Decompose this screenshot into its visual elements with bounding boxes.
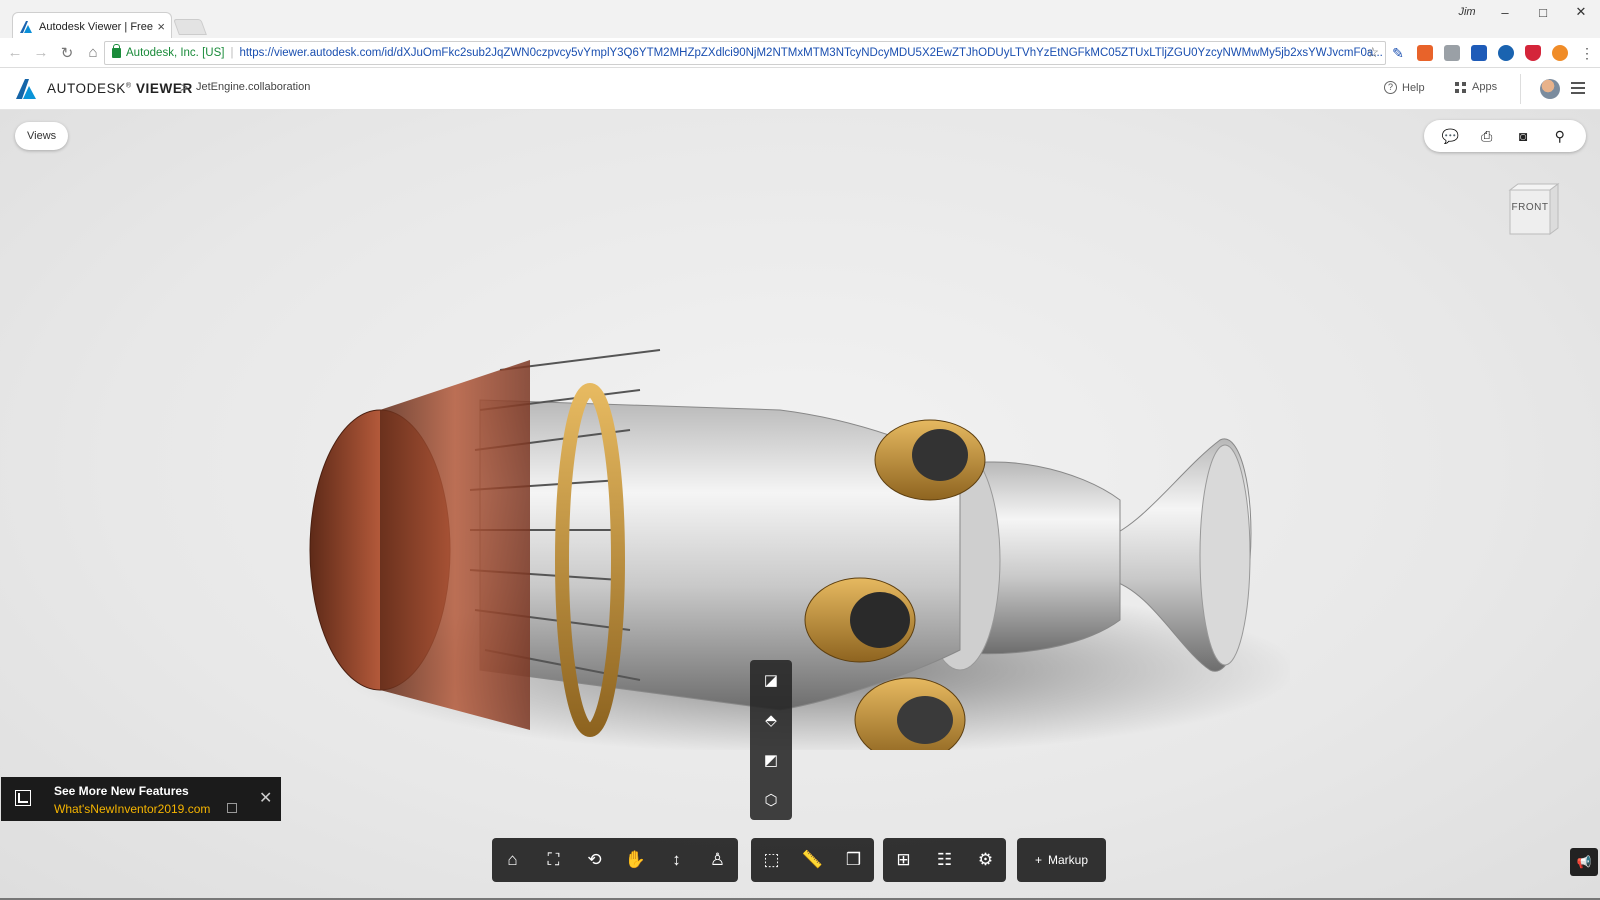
measure-icon[interactable]: 📏	[792, 838, 833, 882]
hamburger-menu-icon[interactable]	[1571, 82, 1585, 94]
comment-icon[interactable]: 💬	[1439, 128, 1461, 145]
bookmark-extension-icon[interactable]	[1471, 45, 1487, 61]
browser-window: Autodesk Viewer | Free O × Jim – □ ✕ ← →…	[0, 0, 1600, 900]
address-bar-row: ← → ↻ ⌂ Autodesk, Inc. [US] | https://vi…	[0, 38, 1600, 68]
tab-title: Autodesk Viewer | Free O	[39, 20, 154, 33]
viewcube[interactable]: FRONT	[1506, 180, 1562, 236]
notification-link[interactable]: What'sNewInventor2019.com	[54, 802, 210, 816]
model-browser-icon[interactable]: ⊞	[883, 838, 924, 882]
autodesk-logo-icon[interactable]	[16, 79, 38, 99]
orbit-icon[interactable]: ⟲	[574, 838, 615, 882]
properties-icon[interactable]: ☷	[924, 838, 965, 882]
url-text: https://viewer.autodesk.com/id/dXJuOmFkc…	[239, 47, 1383, 59]
window-controls: Jim – □ ✕	[1448, 0, 1600, 24]
orange-extension-icon[interactable]	[1552, 45, 1568, 61]
extension-icons: ✎ ⋮	[1390, 45, 1595, 61]
avatar[interactable]	[1540, 79, 1560, 99]
lock-icon	[112, 44, 121, 58]
autodesk-favicon-icon	[20, 20, 32, 33]
secure-label: Autodesk, Inc. [US]	[126, 47, 225, 59]
browser-tab[interactable]: Autodesk Viewer | Free O ×	[12, 12, 172, 40]
markup-label: Markup	[1048, 853, 1089, 867]
open-external-icon[interactable]	[15, 790, 31, 806]
perspective-ortho-faces-icon[interactable]: ◩	[764, 751, 778, 769]
app-header: AUTODESK® VIEWER > JetEngine.collaborati…	[0, 68, 1600, 110]
header-divider	[1520, 74, 1521, 104]
plus-icon: +	[1035, 853, 1043, 867]
breadcrumb-chevron-icon: >	[180, 79, 189, 95]
url-separator: |	[230, 47, 234, 59]
home-icon[interactable]: ⌂	[492, 838, 533, 882]
autodesk-extension-icon[interactable]	[1498, 45, 1514, 61]
apps-label: Apps	[1472, 81, 1498, 93]
section-cube-icon[interactable]: ⬚	[751, 838, 792, 882]
camera-icon[interactable]: ◙	[1512, 128, 1534, 144]
settings-icon[interactable]: ⚙	[965, 838, 1006, 882]
apps-grid-icon	[1455, 81, 1466, 93]
external-link-icon[interactable]	[227, 803, 237, 813]
tab-strip: Autodesk Viewer | Free O × Jim – □ ✕	[0, 0, 1600, 40]
jet-engine-model[interactable]	[300, 230, 1290, 750]
settings-toolbar: ⊞ ☷ ⚙	[883, 838, 1006, 882]
window-user-label[interactable]: Jim	[1448, 6, 1486, 18]
explode-icon[interactable]: ❒	[833, 838, 874, 882]
notification-close-icon[interactable]: ✕	[259, 788, 272, 808]
top-right-toolbar: 💬 ⎙ ◙ ⚲	[1424, 120, 1586, 152]
pocket-extension-icon[interactable]	[1525, 45, 1541, 61]
orthographic-icon[interactable]: ◪	[764, 671, 778, 689]
views-button[interactable]: Views	[15, 122, 69, 150]
maximize-button[interactable]: □	[1524, 5, 1562, 20]
browser-menu-icon[interactable]: ⋮	[1579, 45, 1595, 61]
view-mode-flyout: ◪ ⬘ ◩ ⬡	[750, 660, 792, 820]
help-button[interactable]: ? Help	[1384, 81, 1425, 94]
url-input[interactable]: Autodesk, Inc. [US] | https://viewer.aut…	[104, 41, 1386, 65]
pan-icon[interactable]: ✋	[615, 838, 656, 882]
puzzle-extension-icon[interactable]	[1444, 45, 1460, 61]
cube-icon[interactable]: ⬡	[764, 791, 777, 809]
pen-extension-icon[interactable]: ✎	[1390, 45, 1406, 61]
model-tools-toolbar: ⬚ 📏 ❒	[751, 838, 874, 882]
perspective-icon[interactable]: ⬘	[765, 711, 777, 729]
close-window-button[interactable]: ✕	[1562, 4, 1600, 20]
help-label: Help	[1402, 81, 1425, 94]
apps-button[interactable]: Apps	[1455, 81, 1497, 93]
feedback-megaphone-icon[interactable]: 📢	[1570, 848, 1598, 876]
help-icon: ?	[1384, 81, 1397, 94]
share-link-icon[interactable]: ⚲	[1549, 128, 1571, 145]
home-page-icon[interactable]: ⌂	[82, 44, 104, 61]
markup-button[interactable]: + Markup	[1017, 838, 1107, 882]
zoom-icon[interactable]: ↕	[656, 838, 697, 882]
navigation-toolbar: ⌂ ⛶ ⟲ ✋ ↕ ♙	[492, 838, 738, 882]
bookmark-star-icon[interactable]: ☆	[1366, 44, 1379, 61]
viewcube-face-label: FRONT	[1511, 202, 1549, 213]
new-features-notification: See More New Features What'sNewInventor2…	[1, 777, 281, 821]
calendar-extension-icon[interactable]	[1417, 45, 1433, 61]
notification-title: See More New Features	[54, 784, 189, 798]
fit-icon[interactable]: ⛶	[533, 838, 574, 882]
print-icon[interactable]: ⎙	[1476, 128, 1498, 145]
new-tab-button[interactable]	[173, 19, 207, 35]
reload-icon[interactable]: ↻	[56, 44, 78, 62]
back-icon[interactable]: ←	[4, 44, 26, 61]
model-viewport[interactable]: Views 💬 ⎙ ◙ ⚲ FRONT ◪ ⬘ ◩ ⬡ ⌂ ⛶ ⟲ ✋ ↕ ♙ …	[0, 110, 1600, 898]
first-person-icon[interactable]: ♙	[697, 838, 738, 882]
brand-name[interactable]: AUTODESK® VIEWER	[47, 81, 193, 96]
breadcrumb-file-name: JetEngine.collaboration	[196, 81, 311, 93]
forward-icon[interactable]: →	[30, 44, 52, 61]
markup-button-content: + Markup	[1017, 838, 1106, 882]
tab-close-icon[interactable]: ×	[157, 19, 165, 34]
minimize-button[interactable]: –	[1486, 5, 1524, 20]
